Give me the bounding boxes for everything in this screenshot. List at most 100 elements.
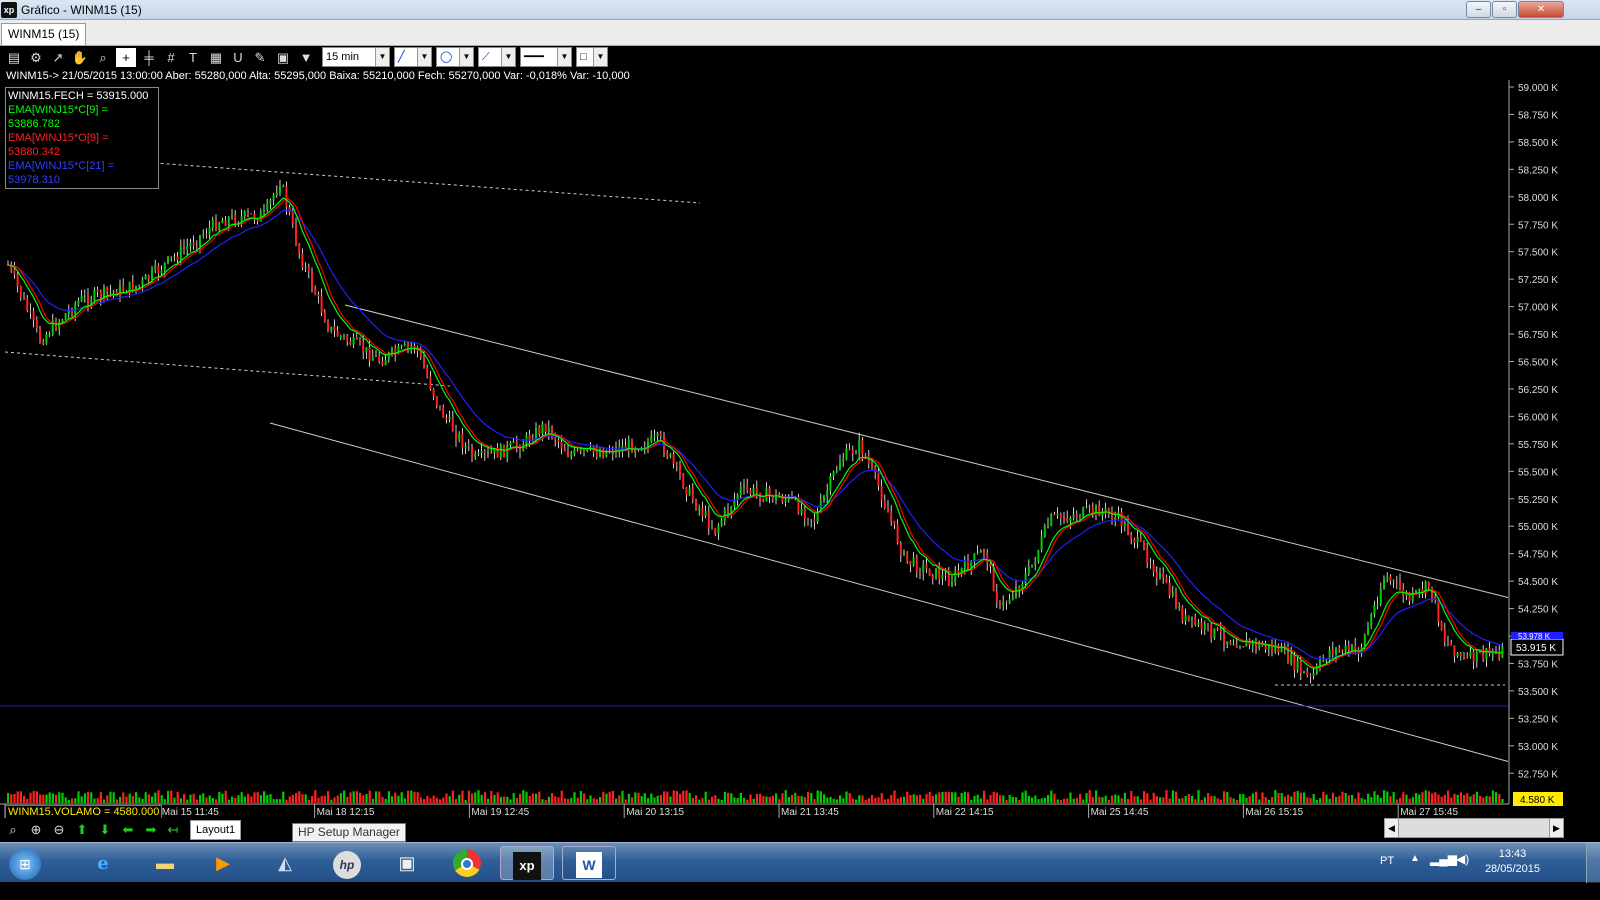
volume-icon[interactable]: ◀): [1456, 852, 1469, 866]
system-clock[interactable]: 13:43 28/05/2015: [1485, 847, 1540, 877]
scroll-right-icon[interactable]: ▶: [1549, 819, 1563, 837]
zoom-in-icon[interactable]: ⊕: [26, 820, 46, 840]
volume-bar: [1056, 799, 1059, 803]
chart-type-icon[interactable]: ▤: [4, 48, 24, 67]
volume-bar: [586, 799, 589, 803]
volume-bar: [378, 791, 381, 803]
zoom-chart-icon[interactable]: ⌕: [93, 48, 113, 67]
candle-body: [403, 343, 406, 346]
line-tool-select[interactable]: ╱ ▼: [394, 47, 432, 67]
volume-bar: [547, 796, 550, 803]
candle-body: [1223, 632, 1225, 645]
candle-body: [1159, 572, 1161, 578]
word-icon[interactable]: W: [562, 846, 616, 880]
text-tool-icon[interactable]: T: [183, 48, 203, 67]
volume-bar: [1059, 799, 1062, 803]
candle-body: [215, 219, 217, 231]
volume-bar: [1466, 793, 1469, 803]
show-desktop-button[interactable]: [1586, 843, 1600, 883]
candle-body: [1239, 646, 1241, 648]
signal-icon[interactable]: ▂▄▆: [1430, 852, 1457, 866]
hp-icon[interactable]: hp: [320, 846, 374, 880]
candle-body: [183, 246, 185, 250]
volume-bar: [45, 794, 48, 803]
volume-bar: [1162, 797, 1165, 803]
indicator-legend[interactable]: WINM15.FECH = 53915.000 EMA[WINJ15*C[9] …: [5, 87, 159, 189]
horizontal-scrollbar[interactable]: ◀ ▶: [1384, 818, 1564, 838]
chrome-icon[interactable]: [440, 846, 494, 880]
interval-select[interactable]: 15 min ▼: [322, 47, 390, 67]
price-tick-label: 57.750 K: [1518, 220, 1558, 231]
jump-end-icon[interactable]: ↤: [163, 820, 183, 840]
volume-bar: [1309, 798, 1312, 803]
maximize-button[interactable]: ▫: [1492, 1, 1517, 18]
network-icon[interactable]: ◭: [258, 846, 312, 880]
volume-bar: [1306, 797, 1309, 803]
volume-bar: [67, 799, 70, 803]
volume-bar: [477, 790, 480, 803]
arrow-right-icon[interactable]: ➡: [141, 820, 161, 840]
candle-body: [186, 246, 189, 250]
candle-body: [1216, 628, 1219, 630]
internet-explorer-icon[interactable]: e: [76, 846, 130, 880]
candle-body: [698, 508, 701, 510]
layout-tab[interactable]: Layout1: [190, 820, 242, 840]
shape-tool-select[interactable]: ◯ ▼: [436, 47, 474, 67]
arrow-up-icon[interactable]: ⬆: [72, 820, 92, 840]
minimize-button[interactable]: –: [1466, 1, 1491, 18]
color-select[interactable]: □ ▼: [576, 47, 608, 67]
volume-bar: [752, 798, 755, 803]
candle-body: [1363, 634, 1366, 648]
gear-icon[interactable]: ⚙: [26, 48, 46, 67]
magnet-icon[interactable]: U: [228, 48, 248, 67]
volume-bar: [1127, 798, 1130, 803]
tab-winm15[interactable]: WINM15 (15): [1, 23, 87, 45]
filter-icon[interactable]: ▼: [296, 48, 316, 67]
hand-icon[interactable]: ✋: [70, 48, 90, 67]
utility-icon[interactable]: ▣: [380, 846, 434, 880]
volume-bar: [624, 799, 627, 803]
zoom-reset-icon[interactable]: ⊖: [49, 820, 69, 840]
start-button[interactable]: ⊞: [0, 846, 50, 880]
candle-body: [170, 256, 173, 258]
scroll-left-icon[interactable]: ◀: [1385, 819, 1399, 837]
price-chart[interactable]: 59.000 K 58.750 K 58.500 K 58.250 K 58.000 K…: [0, 80, 1600, 818]
price-tick-label: 58.500 K: [1518, 138, 1558, 149]
candle-body: [1338, 648, 1341, 650]
indicator-icon[interactable]: ↗: [48, 48, 68, 67]
volume-bar: [323, 795, 326, 803]
language-indicator[interactable]: PT: [1380, 855, 1394, 867]
arrow-down-icon[interactable]: ⬇: [95, 820, 115, 840]
volume-bar: [10, 794, 13, 803]
volume-bar: [995, 792, 998, 803]
eraser-icon[interactable]: ✎: [250, 48, 270, 67]
zoom-out-icon[interactable]: ⌕: [3, 820, 23, 840]
volume-bar: [1210, 795, 1213, 803]
xp-platform-icon[interactable]: xp: [500, 846, 554, 880]
clipboard-icon[interactable]: ▣: [273, 48, 293, 67]
calculator-icon[interactable]: ▦: [206, 48, 226, 67]
arrow-left-icon[interactable]: ⬅: [118, 820, 138, 840]
tray-expand-icon[interactable]: ▲: [1410, 853, 1420, 864]
volume-bar: [1434, 792, 1437, 803]
crosshair-icon[interactable]: +: [116, 48, 136, 67]
fan-tool-select[interactable]: ⟋ ▼: [478, 47, 516, 67]
media-player-icon[interactable]: ▶: [196, 846, 250, 880]
grid-icon[interactable]: #: [161, 48, 181, 67]
candle-body: [109, 291, 112, 293]
volume-bar: [669, 796, 672, 803]
horizontal-line-icon[interactable]: ╪: [139, 48, 159, 67]
volume-bar: [1475, 791, 1478, 803]
candle-body: [192, 242, 195, 246]
close-button[interactable]: ✕: [1518, 1, 1564, 18]
candle-body: [691, 488, 694, 501]
candle-body: [979, 550, 982, 553]
volume-bar: [1373, 791, 1376, 803]
volume-bar: [1491, 790, 1494, 803]
volume-bar: [487, 798, 490, 803]
volume-bar: [387, 791, 390, 803]
candle-body: [807, 518, 809, 521]
file-explorer-icon[interactable]: ▬: [138, 846, 192, 880]
candle-body: [1031, 564, 1033, 567]
line-style-select[interactable]: ━━━ ▼: [520, 47, 572, 67]
